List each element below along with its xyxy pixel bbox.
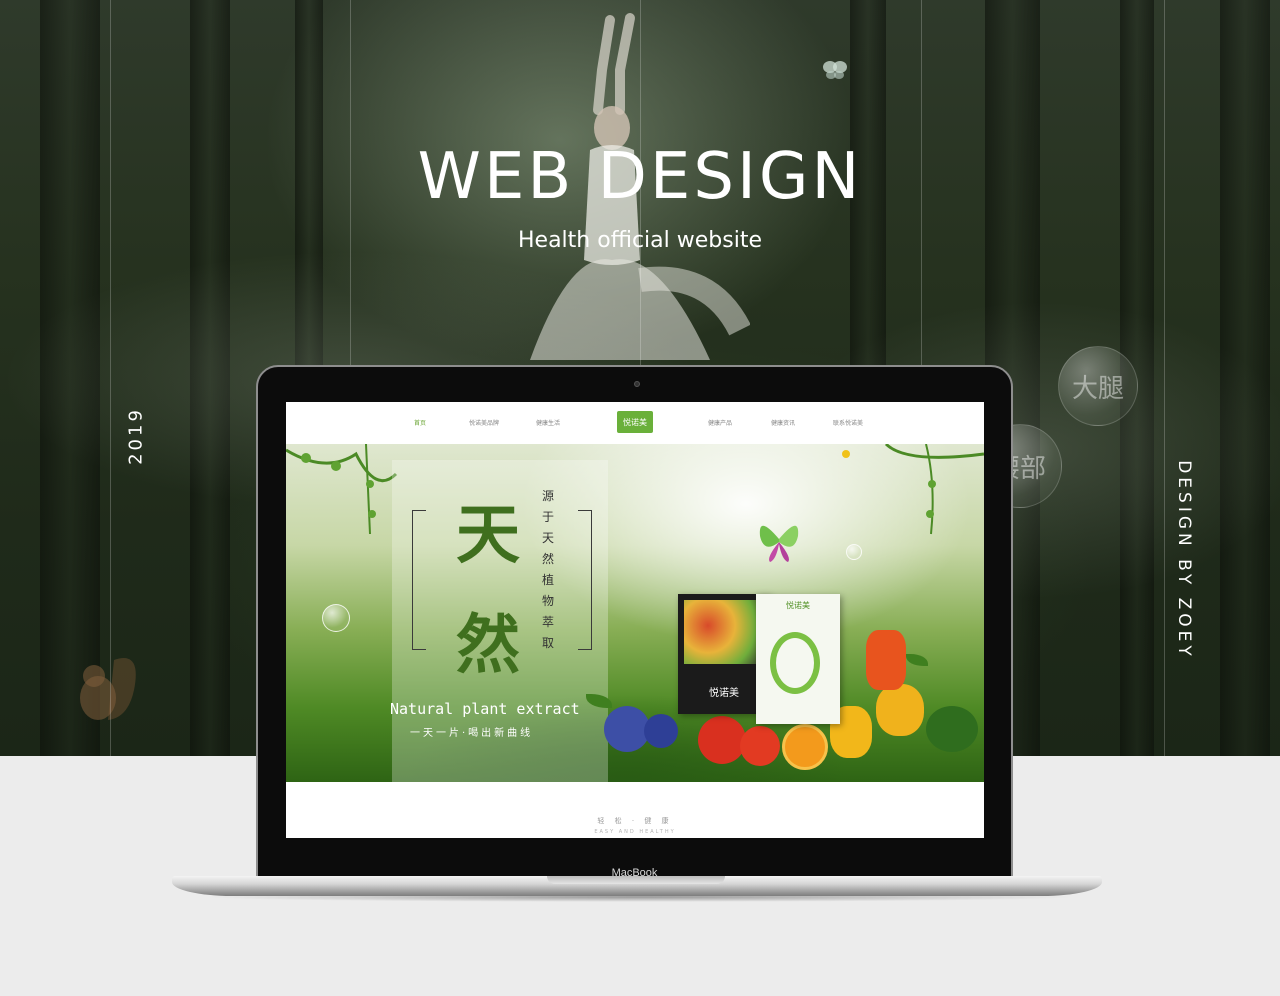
nav-item-home[interactable]: 首页	[414, 418, 426, 427]
butterfly-icon	[759, 525, 799, 562]
tomato	[740, 726, 780, 766]
big-character-ran: 然	[456, 608, 520, 683]
product-ring-graphic	[770, 632, 820, 694]
laptop-screen: 首页 悦诺美品牌 健康生活 悦诺美 健康产品 健康资讯 联系悦诺美 天 然 源于…	[286, 402, 984, 838]
tomato	[698, 716, 746, 764]
nav-item-products[interactable]: 健康产品	[708, 418, 732, 427]
bubble	[322, 604, 350, 632]
nav-item-lifestyle[interactable]: 健康生活	[536, 418, 560, 427]
banner-slogan: 一天一片·喝出新曲线	[410, 728, 534, 739]
section-tagline-en: EASY AND HEALTHY	[594, 829, 676, 835]
bubble	[846, 544, 862, 560]
left-bracket	[412, 510, 426, 650]
designer-byline: DESIGN BY ZOEY	[1174, 460, 1194, 660]
hero-banner: 天 然 源于天然植物萃取 Natural plant extract 一天一片·…	[286, 444, 984, 782]
pack-fruit-window	[684, 600, 764, 664]
camera-icon	[634, 381, 640, 387]
nav-item-news[interactable]: 健康资讯	[771, 418, 795, 427]
hero-subtitle: Health official website	[518, 228, 762, 253]
product-brand-label: 悦诺美	[786, 601, 810, 610]
year-label: 2019	[125, 407, 147, 465]
vine-decoration	[286, 444, 984, 535]
leaf	[906, 654, 928, 666]
site-logo[interactable]: 悦诺美	[617, 411, 653, 433]
grid-line	[1164, 0, 1165, 756]
section-tagline-cn: 轻 松 · 健 康	[597, 817, 673, 825]
hero-title: WEB DESIGN	[417, 140, 863, 214]
blueberry	[644, 714, 678, 748]
vertical-tagline: 源于天然植物萃取	[541, 489, 554, 650]
broccoli	[926, 706, 978, 752]
nav-item-brand[interactable]: 悦诺美品牌	[469, 418, 499, 427]
bubble-word-thigh: 大腿	[1058, 346, 1138, 426]
big-character-tian: 天	[456, 498, 520, 573]
yellow-pepper	[876, 684, 924, 736]
orange-slice	[782, 724, 828, 770]
site-nav: 首页 悦诺美品牌 健康生活 悦诺美 健康产品 健康资讯 联系悦诺美	[286, 402, 984, 442]
right-bracket	[578, 510, 592, 650]
nav-item-contact[interactable]: 联系悦诺美	[833, 418, 863, 427]
carrot-splash	[866, 630, 906, 690]
banner-headline-en: Natural plant extract	[390, 700, 580, 718]
squirrel-figure	[80, 658, 136, 720]
grid-line	[110, 0, 111, 756]
product-box-white: 悦诺美	[756, 594, 840, 724]
laptop-notch	[547, 876, 725, 884]
butterfly-icon	[823, 61, 847, 79]
